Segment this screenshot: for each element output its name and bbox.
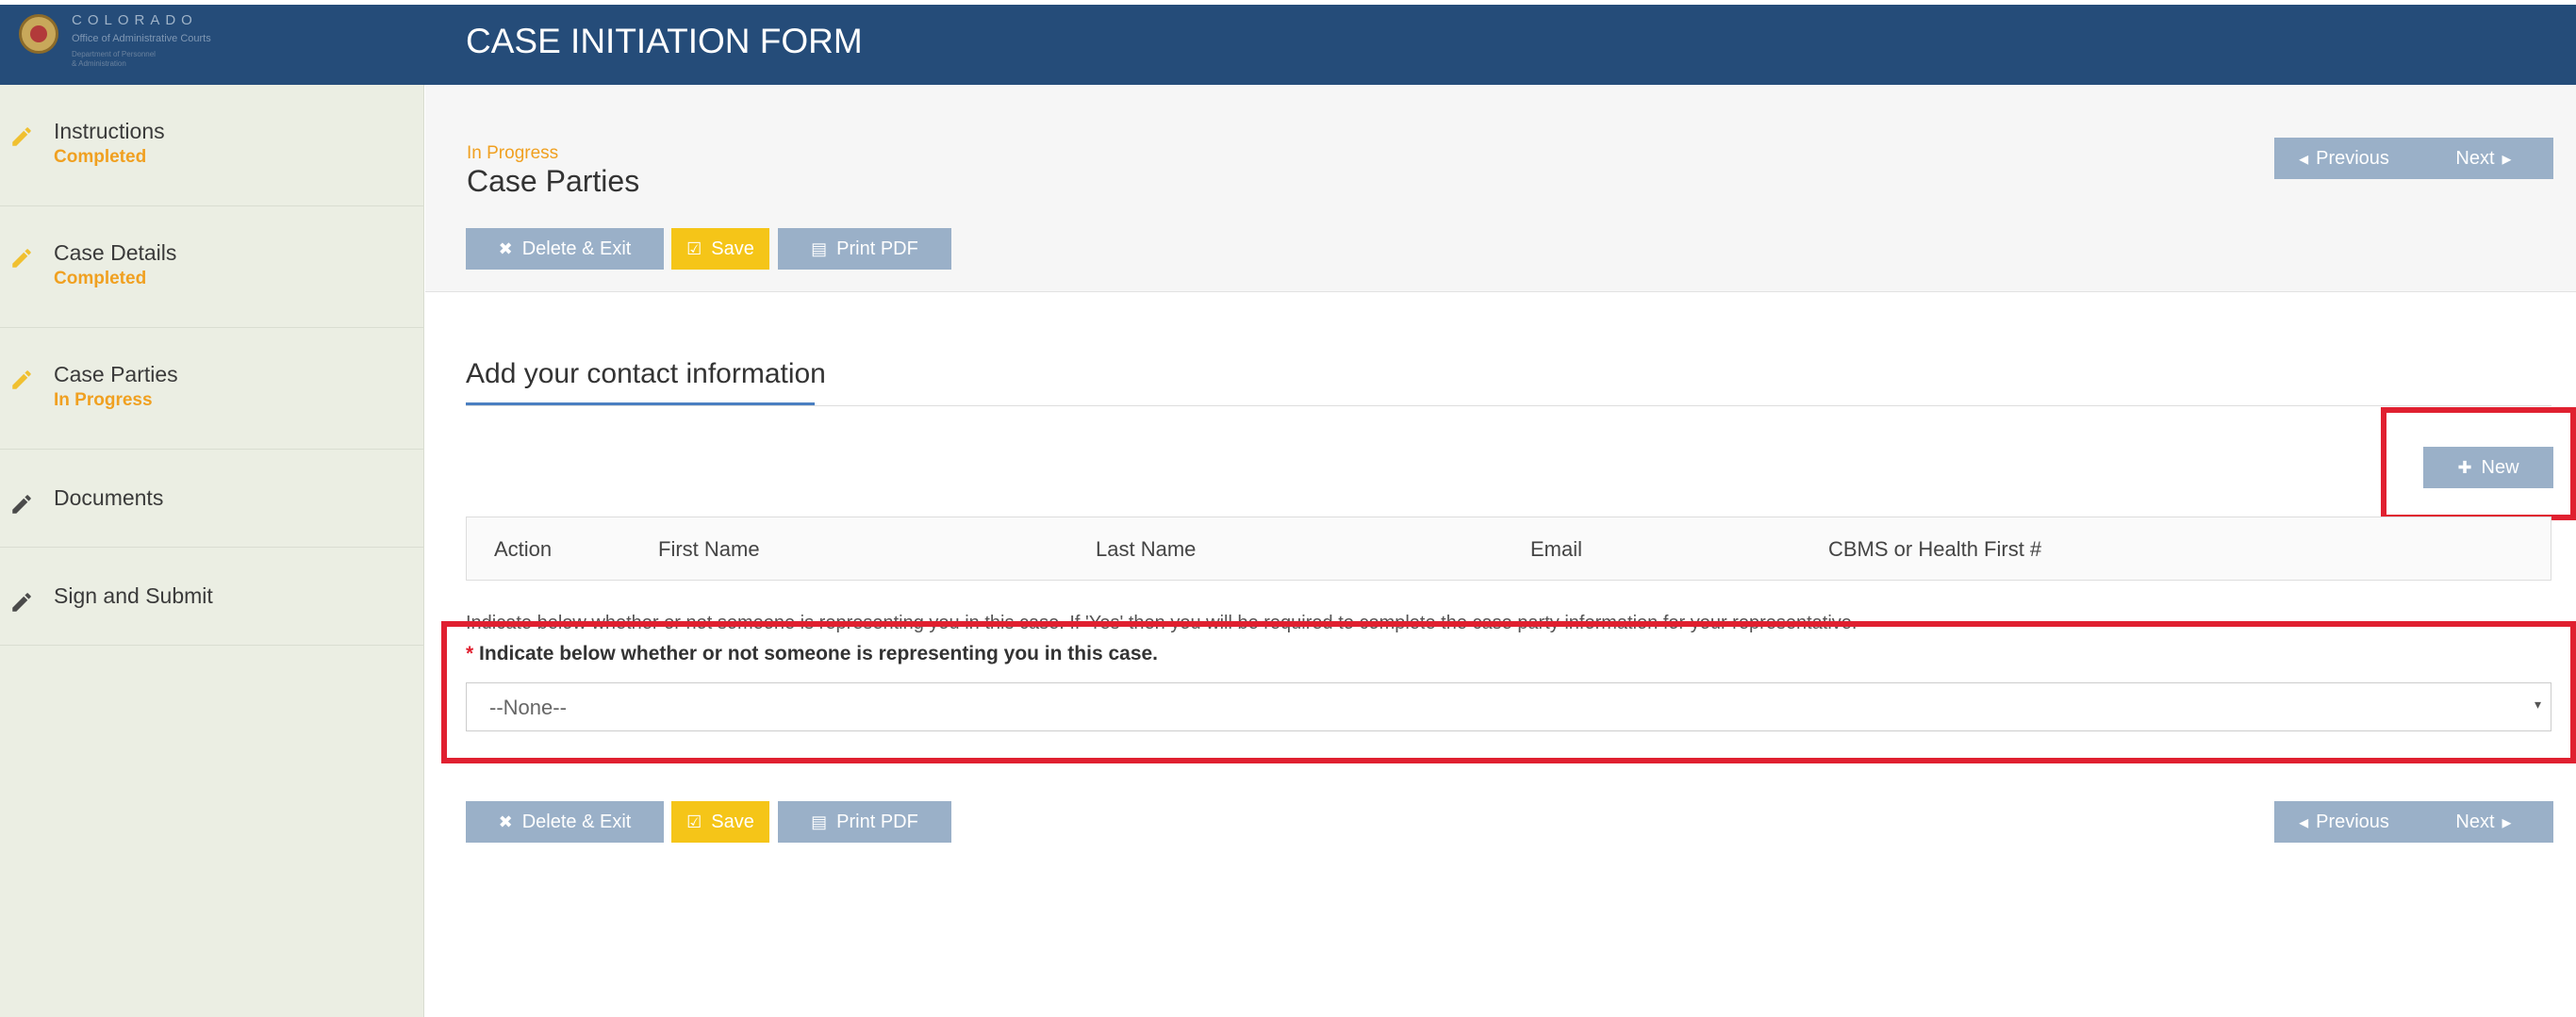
- top-header-bar: COLORADO Office of Administrative Courts…: [0, 5, 2576, 85]
- sidebar-item-documents[interactable]: Documents: [0, 450, 424, 548]
- column-header-action: Action: [494, 537, 553, 561]
- colorado-logo: COLORADO Office of Administrative Courts…: [19, 12, 245, 71]
- sidebar-item-case-parties[interactable]: Case Parties In Progress: [0, 328, 424, 450]
- next-button[interactable]: Next ▸: [2414, 138, 2553, 179]
- previous-label: Previous: [2316, 147, 2389, 169]
- sidebar-item-label: Sign and Submit: [54, 583, 213, 608]
- brand-department-line2: & Administration: [72, 59, 126, 68]
- plus-icon: ✚: [2457, 457, 2472, 477]
- sidebar: Instructions Completed Case Details Comp…: [0, 85, 424, 1017]
- file-pdf-icon: ▤: [811, 812, 828, 831]
- page-status: In Progress: [467, 143, 559, 163]
- sidebar-item-sign-and-submit[interactable]: Sign and Submit: [0, 548, 424, 646]
- sidebar-item-label: Instructions: [54, 119, 165, 143]
- sidebar-item-status: Completed: [54, 147, 147, 167]
- pencil-icon: [12, 495, 31, 514]
- sidebar-item-label: Case Parties: [54, 362, 178, 386]
- sidebar-item-case-details[interactable]: Case Details Completed: [0, 206, 424, 328]
- state-seal-icon: [19, 14, 58, 54]
- page-title: Case Parties: [467, 164, 640, 198]
- save-label: Save: [711, 811, 754, 832]
- save-button-bottom[interactable]: ☑ Save: [671, 801, 769, 843]
- pencil-icon: [12, 249, 31, 268]
- caret-right-icon: ▸: [2502, 148, 2512, 170]
- column-header-email: Email: [1530, 537, 1583, 561]
- caret-left-icon: ◂: [2299, 812, 2309, 833]
- brand-subtitle: Office of Administrative Courts: [72, 33, 211, 44]
- caret-left-icon: ◂: [2299, 148, 2309, 170]
- print-pdf-label: Print PDF: [836, 811, 918, 832]
- next-button-bottom[interactable]: Next ▸: [2414, 801, 2553, 843]
- check-square-icon: ☑: [686, 812, 702, 831]
- new-party-button[interactable]: ✚ New: [2423, 447, 2553, 488]
- sidebar-item-instructions[interactable]: Instructions Completed: [0, 85, 424, 206]
- previous-button[interactable]: ◂ Previous: [2274, 138, 2414, 179]
- pencil-icon: [12, 593, 31, 612]
- sidebar-item-status: In Progress: [54, 390, 153, 410]
- representation-select[interactable]: --None-- ▾: [466, 682, 2551, 731]
- tab-contact-information[interactable]: Add your contact information: [466, 358, 826, 390]
- column-header-cbms: CBMS or Health First #: [1828, 537, 2042, 561]
- save-label: Save: [711, 238, 754, 259]
- column-header-last-name: Last Name: [1096, 537, 1197, 561]
- top-pager: ◂ Previous Next ▸: [2274, 138, 2553, 179]
- check-square-icon: ☑: [686, 238, 702, 258]
- bottom-pager: ◂ Previous Next ▸: [2274, 801, 2553, 843]
- column-header-first-name: First Name: [658, 537, 760, 561]
- print-pdf-button[interactable]: ▤ Print PDF: [778, 228, 951, 270]
- form-title: CASE INITIATION FORM: [466, 22, 863, 60]
- delete-exit-button-bottom[interactable]: ✖ Delete & Exit: [466, 801, 664, 843]
- caret-down-icon: ▾: [2534, 697, 2541, 712]
- print-pdf-button-bottom[interactable]: ▤ Print PDF: [778, 801, 951, 843]
- previous-label: Previous: [2316, 811, 2389, 832]
- next-label: Next: [2455, 811, 2495, 832]
- tab-divider: [466, 405, 2551, 406]
- pencil-icon: [12, 370, 31, 389]
- representation-label-text: Indicate below whether or not someone is…: [479, 643, 1159, 664]
- save-button[interactable]: ☑ Save: [671, 228, 769, 270]
- pencil-icon: [12, 127, 31, 146]
- brand-name: COLORADO: [72, 12, 198, 28]
- caret-right-icon: ▸: [2502, 812, 2512, 833]
- times-icon: ✖: [498, 812, 513, 831]
- delete-exit-label: Delete & Exit: [521, 238, 632, 259]
- required-asterisk: *: [466, 643, 474, 664]
- brand-department: Department of Personnel: [72, 50, 156, 58]
- file-pdf-icon: ▤: [811, 238, 828, 258]
- sidebar-item-label: Documents: [54, 485, 164, 510]
- delete-exit-button[interactable]: ✖ Delete & Exit: [466, 228, 664, 270]
- representation-label: * Indicate below whether or not someone …: [466, 643, 1158, 665]
- times-icon: ✖: [498, 238, 513, 258]
- previous-button-bottom[interactable]: ◂ Previous: [2274, 801, 2414, 843]
- print-pdf-label: Print PDF: [836, 238, 918, 259]
- sidebar-item-label: Case Details: [54, 240, 177, 265]
- new-label: New: [2481, 456, 2519, 478]
- next-label: Next: [2455, 147, 2495, 169]
- sidebar-item-status: Completed: [54, 269, 147, 288]
- delete-exit-label: Delete & Exit: [521, 811, 632, 832]
- representation-select-value: --None--: [489, 696, 567, 719]
- parties-table-header: Action First Name Last Name Email CBMS o…: [466, 517, 2551, 581]
